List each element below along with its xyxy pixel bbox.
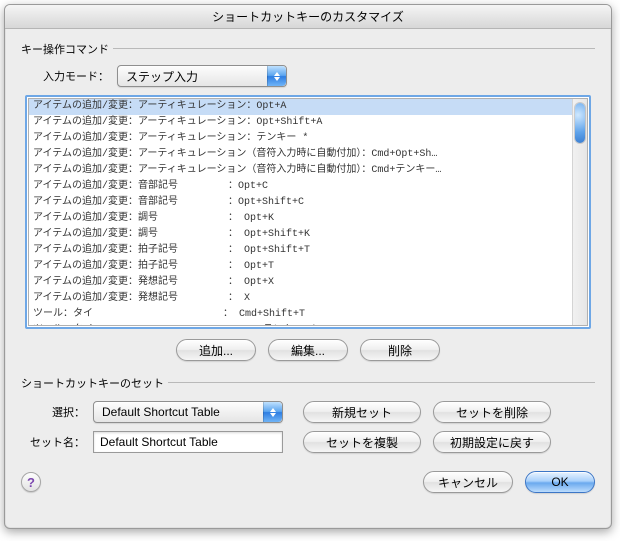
scrollbar[interactable] (572, 99, 587, 325)
input-mode-label: 入力モード： (29, 68, 109, 84)
list-item[interactable]: アイテムの追加/変更：音部記号 ：Opt+Shift+C (29, 195, 587, 211)
shortcut-listbox[interactable]: アイテムの追加/変更：アーティキュレーション：Opt+Aアイテムの追加/変更：ア… (28, 98, 588, 326)
list-item[interactable]: アイテムの追加/変更：アーティキュレーション：Opt+A (29, 99, 587, 115)
edit-button[interactable]: 編集... (268, 339, 348, 361)
reset-set-button[interactable]: 初期設定に戻す (433, 431, 551, 453)
new-set-button[interactable]: 新規セット (303, 401, 421, 423)
group-key-commands: キー操作コマンド (21, 41, 595, 57)
set-select-value: Default Shortcut Table (102, 405, 220, 419)
updown-icon (267, 66, 286, 86)
list-item[interactable]: アイテムの追加/変更：発想記号 ： X (29, 291, 587, 307)
set-buttons: 新規セット セットを削除 セットを複製 初期設定に戻す (303, 401, 551, 453)
scrollbar-thumb[interactable] (575, 103, 585, 143)
list-item[interactable]: アイテムの追加/変更：拍子記号 ： Opt+Shift+T (29, 243, 587, 259)
list-item[interactable]: アイテムの追加/変更：アーティキュレーション：テンキー * (29, 131, 587, 147)
list-item[interactable]: アイテムの追加/変更：音部記号 ：Opt+C (29, 179, 587, 195)
help-button[interactable]: ? (21, 472, 41, 492)
set-name-field[interactable]: Default Shortcut Table (93, 431, 283, 453)
divider (168, 382, 595, 383)
list-item[interactable]: アイテムの追加/変更：アーティキュレーション（音符入力時に自動付加）：Cmd+O… (29, 147, 587, 163)
list-item[interactable]: アイテムの追加/変更：調号 ： Opt+Shift+K (29, 227, 587, 243)
set-select-label: 選択： (25, 404, 85, 420)
divider (113, 48, 595, 49)
list-item[interactable]: アイテムの追加/変更：拍子記号 ： Opt+T (29, 259, 587, 275)
shortcut-listbox-frame: アイテムの追加/変更：アーティキュレーション：Opt+Aアイテムの追加/変更：ア… (25, 95, 591, 329)
input-mode-select[interactable]: ステップ入力 (117, 65, 287, 87)
updown-icon (263, 402, 282, 422)
set-name-label: セット名： (25, 434, 85, 450)
list-item[interactable]: アイテムの追加/変更：アーティキュレーション（音符入力時に自動付加）：Cmd+テ… (29, 163, 587, 179)
ok-button[interactable]: OK (525, 471, 595, 493)
list-item[interactable]: アイテムの追加/変更：アーティキュレーション：Opt+Shift+A (29, 115, 587, 131)
cancel-button[interactable]: キャンセル (423, 471, 513, 493)
delete-button[interactable]: 削除 (360, 339, 440, 361)
duplicate-set-button[interactable]: セットを複製 (303, 431, 421, 453)
input-mode-value: ステップ入力 (126, 68, 198, 85)
add-button[interactable]: 追加... (176, 339, 256, 361)
list-item[interactable]: ツール：タイ ： Opt+テンキー / (29, 323, 587, 326)
dialog-window: ショートカットキーのカスタマイズ キー操作コマンド 入力モード： ステップ入力 … (4, 4, 612, 529)
list-item[interactable]: アイテムの追加/変更：発想記号 ： Opt+X (29, 275, 587, 291)
list-item[interactable]: ツール：タイ ： Cmd+Shift+T (29, 307, 587, 323)
group-shortcut-set-label: ショートカットキーのセット (21, 375, 164, 391)
list-item[interactable]: アイテムの追加/変更：調号 ： Opt+K (29, 211, 587, 227)
group-shortcut-set: ショートカットキーのセット (21, 375, 595, 391)
delete-set-button[interactable]: セットを削除 (433, 401, 551, 423)
set-select[interactable]: Default Shortcut Table (93, 401, 283, 423)
group-key-commands-label: キー操作コマンド (21, 41, 109, 57)
window-title: ショートカットキーのカスタマイズ (5, 5, 611, 29)
set-name-value: Default Shortcut Table (100, 435, 218, 449)
dialog-content: キー操作コマンド 入力モード： ステップ入力 アイテムの追加/変更：アーティキュ… (5, 29, 611, 528)
list-buttons: 追加... 編集... 削除 (21, 339, 595, 361)
